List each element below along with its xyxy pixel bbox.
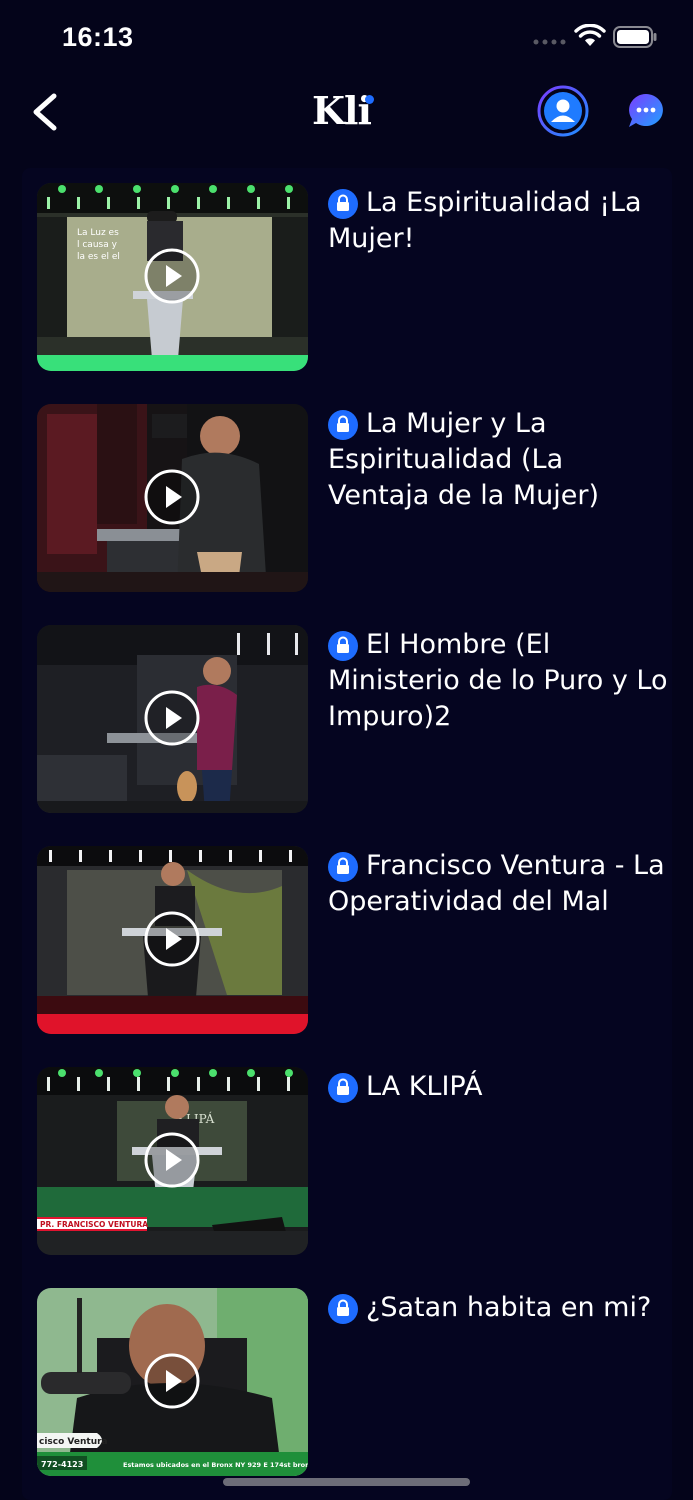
logo-dot xyxy=(365,95,374,104)
video-title-block: ¿Satan habita en mi? xyxy=(328,1290,668,1326)
lock-icon xyxy=(328,189,358,219)
lock-icon xyxy=(328,410,358,440)
video-title: La Mujer y La Espiritualidad (La Ventaja… xyxy=(328,408,599,511)
lock-icon xyxy=(328,1073,358,1103)
video-title: LA KLIPÁ xyxy=(366,1071,483,1102)
video-thumbnail[interactable] xyxy=(37,625,308,813)
video-item[interactable]: cisco Ventura 772-4123 Estamos ubicados … xyxy=(0,1288,693,1478)
thumb-ticker: Estamos ubicados en el Bronx NY 929 E 17… xyxy=(123,1461,308,1469)
video-item[interactable]: El Hombre (El Ministerio de lo Puro y Lo… xyxy=(0,625,693,815)
video-thumbnail[interactable]: La Luz es l causa y la es el el xyxy=(37,183,308,371)
video-title: La Espiritualidad ¡La Mujer! xyxy=(328,187,642,254)
video-item[interactable]: Francisco Ventura - La Operatividad del … xyxy=(0,846,693,1036)
chat-icon[interactable] xyxy=(627,92,665,130)
cellular-signal-icon xyxy=(533,39,566,45)
play-icon[interactable] xyxy=(144,1353,200,1409)
profile-button[interactable] xyxy=(537,85,589,137)
play-icon[interactable] xyxy=(144,248,200,304)
video-item[interactable]: KLIPÁ PR. FRANCISCO VENTURA xyxy=(0,1067,693,1257)
nav-bar: Kli xyxy=(0,80,693,146)
video-title: El Hombre (El Ministerio de lo Puro y Lo… xyxy=(328,629,668,732)
video-thumbnail[interactable] xyxy=(37,404,308,592)
play-icon[interactable] xyxy=(144,469,200,525)
video-title-block: El Hombre (El Ministerio de lo Puro y Lo… xyxy=(328,627,668,735)
svg-text:l causa y: l causa y xyxy=(77,240,118,250)
video-title: Francisco Ventura - La Operatividad del … xyxy=(328,850,665,917)
play-icon[interactable] xyxy=(144,911,200,967)
video-thumbnail[interactable]: cisco Ventura 772-4123 Estamos ubicados … xyxy=(37,1288,308,1476)
video-title-block: LA KLIPÁ xyxy=(328,1069,668,1105)
thumb-lower-third: PR. FRANCISCO VENTURA xyxy=(40,1220,148,1229)
video-item[interactable]: La Mujer y La Espiritualidad (La Ventaja… xyxy=(0,404,693,594)
lock-icon xyxy=(328,1294,358,1324)
home-indicator[interactable] xyxy=(223,1478,470,1486)
lock-icon xyxy=(328,631,358,661)
thumb-phone: 772-4123 xyxy=(41,1460,83,1469)
video-title-block: La Espiritualidad ¡La Mujer! xyxy=(328,185,668,257)
thumb-lower-third: cisco Ventura xyxy=(39,1437,108,1447)
wifi-icon xyxy=(574,24,606,46)
svg-text:la es el el: la es el el xyxy=(77,252,120,262)
video-title-block: La Mujer y La Espiritualidad (La Ventaja… xyxy=(328,406,668,514)
play-icon[interactable] xyxy=(144,1132,200,1188)
lock-icon xyxy=(328,852,358,882)
status-bar: 16:13 xyxy=(0,0,693,78)
app-logo: Kli xyxy=(312,88,372,133)
battery-icon xyxy=(613,26,657,48)
video-thumbnail[interactable]: KLIPÁ PR. FRANCISCO VENTURA xyxy=(37,1067,308,1255)
video-title-block: Francisco Ventura - La Operatividad del … xyxy=(328,848,668,920)
video-item[interactable]: La Luz es l causa y la es el el La Espir… xyxy=(0,183,693,373)
video-title: ¿Satan habita en mi? xyxy=(366,1292,652,1323)
thumb-banner-text: La Luz es xyxy=(77,228,119,238)
video-thumbnail[interactable] xyxy=(37,846,308,1034)
play-icon[interactable] xyxy=(144,690,200,746)
back-button[interactable] xyxy=(30,92,60,132)
status-time: 16:13 xyxy=(62,22,134,52)
